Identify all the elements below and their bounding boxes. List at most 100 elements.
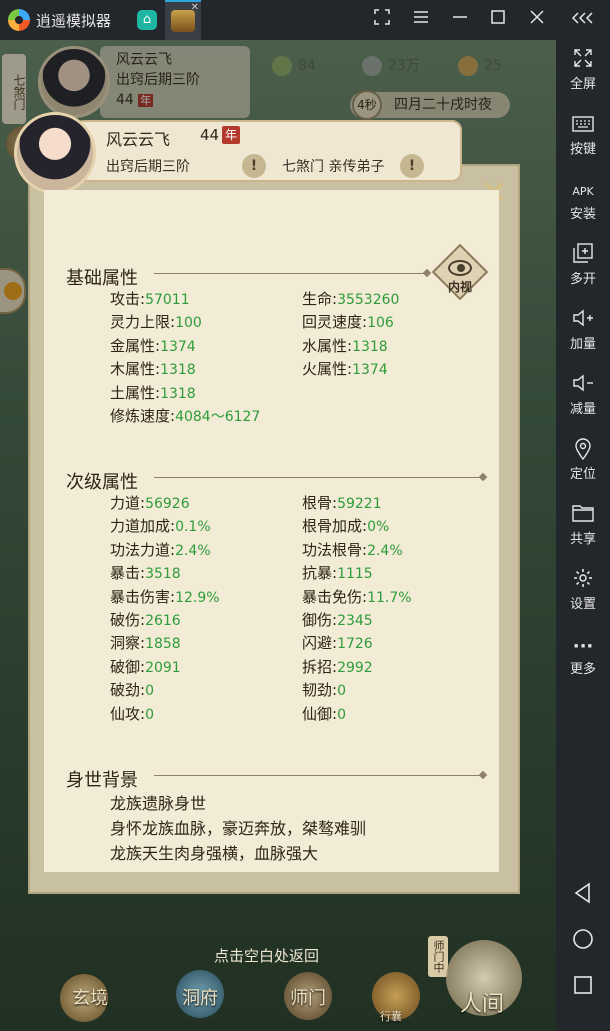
game-icon <box>171 10 195 32</box>
attribute-value: 1115 <box>337 566 373 583</box>
attribute-label: 根骨加成: <box>302 517 368 536</box>
home-nav-icon[interactable] <box>572 928 594 950</box>
section-divider <box>154 273 426 274</box>
attribute-value: 12.9% <box>175 589 220 606</box>
recents-nav-icon[interactable] <box>572 974 594 996</box>
sidebar-item-keymap[interactable]: 按键 <box>556 113 610 173</box>
folder-icon <box>556 503 610 531</box>
back-nav-icon[interactable] <box>572 882 594 904</box>
attribute-value: 56926 <box>145 496 190 512</box>
collapse-sidebar-icon[interactable] <box>571 8 595 32</box>
attribute-row: 暴击免伤:11.7% <box>302 586 412 610</box>
attribute-row: 力道加成:0.1% <box>110 515 211 539</box>
attribute-value: 0 <box>145 683 154 700</box>
emulator-titlebar: 逍遥模拟器 ⌂ ✕ <box>0 0 610 40</box>
eye-icon <box>448 260 472 276</box>
game-tab[interactable]: ✕ <box>165 0 201 40</box>
menu-icon[interactable] <box>409 8 433 32</box>
nav-xingnang[interactable]: 行囊 <box>380 1008 402 1024</box>
attribute-row: 修炼速度:4084～6127 <box>110 405 260 429</box>
attribute-label: 仙御: <box>302 704 338 723</box>
attribute-row: 功法根骨:2.4% <box>302 539 403 563</box>
nav-renjian[interactable]: 人间 <box>460 986 504 1018</box>
attribute-value: 2091 <box>145 659 181 676</box>
inner-view-label: 内视 <box>447 280 472 294</box>
sidebar-item-volume-down[interactable]: 减量 <box>556 373 610 433</box>
sidebar-item-share[interactable]: 共享 <box>556 503 610 563</box>
attribute-label: 仙攻: <box>110 704 146 723</box>
attribute-row: 破劲:0 <box>110 679 154 703</box>
attribute-label: 韧劲: <box>302 681 338 700</box>
sidebar-item-settings[interactable]: 设置 <box>556 568 610 628</box>
sect-rank: 七煞门 亲传弟子 <box>282 159 385 175</box>
attribute-label: 力道: <box>110 494 146 512</box>
sect-info-icon[interactable]: ! <box>400 154 424 178</box>
attribute-label: 力道加成: <box>110 517 176 536</box>
attribute-value: 2992 <box>337 659 373 676</box>
attribute-label: 土属性: <box>110 383 161 402</box>
sidebar-item-more[interactable]: ··· 更多 <box>556 633 610 693</box>
section-divider <box>154 477 482 478</box>
sidebar-item-multi[interactable]: 多开 <box>556 243 610 303</box>
close-icon[interactable] <box>525 8 549 32</box>
app-title: 逍遥模拟器 <box>36 12 112 30</box>
nav-shimen[interactable]: 师门 <box>290 984 326 1010</box>
attribute-value: 3553260 <box>337 292 400 308</box>
attribute-row: 功法力道:2.4% <box>110 539 211 563</box>
minimize-icon[interactable] <box>448 8 472 32</box>
attribute-row: 回灵速度:106 <box>302 311 394 335</box>
character-age: 44 <box>200 126 220 144</box>
attribute-label: 破御: <box>110 657 146 676</box>
attribute-value: 2616 <box>145 613 181 629</box>
attribute-label: 火属性: <box>302 360 353 379</box>
sidebar-item-fullscreen[interactable]: 全屏 <box>556 48 610 108</box>
attribute-value: 1726 <box>337 636 373 653</box>
stage-info-icon[interactable]: ! <box>242 154 266 178</box>
attribute-label: 攻击: <box>110 290 146 308</box>
attribute-value: 1374 <box>160 338 196 355</box>
attribute-row: 破御:2091 <box>110 656 181 680</box>
attribute-value: 4084～6127 <box>175 409 261 425</box>
attribute-value: 2345 <box>337 613 373 629</box>
tab-close-icon[interactable]: ✕ <box>191 2 199 13</box>
cultivation-stage: 出窍后期三阶 <box>106 159 190 175</box>
inner-view-button[interactable]: 内视 <box>431 243 489 301</box>
attribute-value: 0 <box>145 706 154 723</box>
attribute-panel[interactable]: 内视 基础属性 攻击:57011 灵力上限:100 金属性:1374 木属性:1318… <box>44 190 499 872</box>
attribute-value: 11.7% <box>367 589 412 606</box>
character-name: 风云云飞 <box>106 130 171 149</box>
attribute-row: 破伤:2616 <box>110 609 181 633</box>
sidebar-item-install[interactable]: APK 安装 <box>556 178 610 238</box>
character-avatar <box>14 112 96 194</box>
attribute-row: 根骨:59221 <box>302 492 382 516</box>
sidebar-item-location[interactable]: 定位 <box>556 438 610 498</box>
more-icon: ··· <box>572 636 594 657</box>
attribute-label: 木属性: <box>110 360 161 379</box>
attribute-row: 攻击:57011 <box>110 288 190 312</box>
attribute-value: 0 <box>337 706 346 723</box>
attribute-row: 木属性:1318 <box>110 358 196 382</box>
attribute-label: 破劲: <box>110 681 146 700</box>
background-title: 身世背景 <box>66 770 138 791</box>
screenshot-icon[interactable] <box>370 8 394 32</box>
keyboard-icon <box>556 113 610 141</box>
attribute-value: 0.1% <box>175 519 211 536</box>
background-line: 身怀龙族血脉，豪迈奔放，桀骜难驯 <box>110 819 367 838</box>
attribute-label: 暴击免伤: <box>302 587 368 606</box>
attribute-row: 暴击伤害:12.9% <box>110 586 220 610</box>
sidebar-item-volume-up[interactable]: 加量 <box>556 308 610 368</box>
nav-dongfu[interactable]: 洞府 <box>182 984 218 1010</box>
attribute-value: 106 <box>367 315 394 332</box>
home-tab-icon[interactable]: ⌂ <box>137 10 157 30</box>
nav-xuanjing[interactable]: 玄境 <box>72 984 108 1010</box>
emulator-sidebar: 全屏 按键 APK 安装 多开 加量 减量 定位 共享 设置 ··· 更多 <box>556 40 610 1031</box>
gear-icon <box>556 568 610 596</box>
attribute-label: 功法力道: <box>110 540 176 559</box>
attribute-value: 2.4% <box>367 542 403 559</box>
multi-instance-icon <box>556 243 610 271</box>
attribute-label: 水属性: <box>302 336 353 355</box>
attribute-value: 0 <box>337 683 346 700</box>
basic-attributes-title: 基础属性 <box>66 268 138 289</box>
attribute-label: 生命: <box>302 290 338 308</box>
maximize-icon[interactable] <box>486 8 510 32</box>
